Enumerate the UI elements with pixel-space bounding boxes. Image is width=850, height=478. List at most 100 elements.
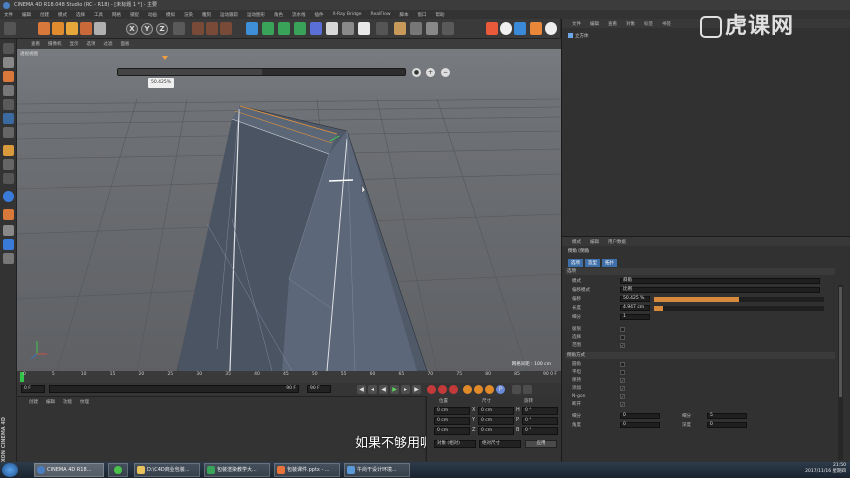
- deformer-icon[interactable]: [310, 22, 322, 35]
- rotate-tool-icon[interactable]: [66, 22, 78, 35]
- goto-start-icon[interactable]: ◀: [357, 385, 366, 394]
- plugin-s-icon[interactable]: [530, 22, 542, 35]
- menu-item[interactable]: 模式: [58, 12, 67, 18]
- keyframe-selection-icon[interactable]: [449, 385, 458, 394]
- coordinate-system-icon[interactable]: [173, 22, 185, 35]
- length-slider[interactable]: [654, 306, 824, 311]
- scene-render[interactable]: [17, 49, 561, 371]
- spline-pen-icon[interactable]: [262, 22, 274, 35]
- start-frame-field[interactable]: 0 F: [21, 385, 45, 393]
- menu-item[interactable]: 流水线: [292, 12, 306, 18]
- mode-dropdown[interactable]: 斜角: [620, 278, 820, 284]
- menu-item[interactable]: 帮助: [436, 12, 445, 18]
- slider-plus-icon[interactable]: +: [426, 68, 435, 77]
- viewport-solo-icon[interactable]: [3, 191, 14, 202]
- tool-extra-icon[interactable]: [442, 22, 454, 35]
- break-checkbox[interactable]: ✓: [620, 402, 625, 407]
- recent-tool-icon[interactable]: [94, 22, 106, 35]
- offset-mode-dropdown[interactable]: 比例: [620, 287, 820, 293]
- slider-handle[interactable]: [162, 56, 168, 60]
- cube-primitive-icon[interactable]: [246, 22, 258, 35]
- scale-tool-icon[interactable]: [52, 22, 64, 35]
- tab-options[interactable]: 选项: [568, 259, 583, 267]
- script-icon[interactable]: [426, 22, 438, 35]
- viewport-menu-item[interactable]: 显示: [70, 41, 79, 47]
- edges-mode-icon[interactable]: [3, 113, 14, 124]
- apply-button[interactable]: 应用: [525, 440, 557, 448]
- menu-item[interactable]: 脚本: [400, 12, 409, 18]
- motion-clip-icon[interactable]: [523, 385, 532, 394]
- keep-checkbox[interactable]: ✓: [620, 378, 625, 383]
- size-mode-dropdown[interactable]: 绝对尺寸: [479, 440, 521, 448]
- section-tool-options[interactable]: 选项: [565, 268, 835, 275]
- plugin-circle-icon[interactable]: [545, 22, 557, 35]
- object-menu-item[interactable]: 查看: [608, 21, 617, 27]
- snap-icon[interactable]: [3, 173, 14, 184]
- preview-range-bar[interactable]: 90 F: [49, 385, 299, 393]
- rotation-p-field[interactable]: 0 °: [522, 417, 558, 425]
- x-axis-lock-icon[interactable]: X: [126, 23, 138, 35]
- tab-topology[interactable]: 拓扑: [602, 259, 617, 267]
- size-y-field[interactable]: 0 cm: [478, 417, 514, 425]
- menu-item[interactable]: 网格: [112, 12, 121, 18]
- material-menu-item[interactable]: 编辑: [46, 399, 55, 405]
- subdivision-surface-icon[interactable]: [278, 22, 290, 35]
- viewport-menu-item[interactable]: 面板: [121, 41, 130, 47]
- viewport-menu-item[interactable]: 选项: [87, 41, 96, 47]
- length-field[interactable]: 4.947 cm: [620, 305, 650, 311]
- object-menu-item[interactable]: 对象: [626, 21, 635, 27]
- object-menu-item[interactable]: 文件: [572, 21, 581, 27]
- viewport-menu-item[interactable]: 摄像机: [48, 41, 62, 47]
- size-x-field[interactable]: 0 cm: [478, 407, 514, 415]
- menu-item[interactable]: 选择: [76, 12, 85, 18]
- menu-item[interactable]: 角色: [274, 12, 283, 18]
- menu-item[interactable]: 编辑: [22, 12, 31, 18]
- menu-item[interactable]: 雕刻: [202, 12, 211, 18]
- render-view-icon[interactable]: [192, 22, 204, 35]
- scene-icon[interactable]: [326, 22, 338, 35]
- coord-mode-dropdown[interactable]: 对象 (相对): [434, 440, 476, 448]
- planar-workplane-icon[interactable]: [3, 225, 14, 236]
- interactive-slider[interactable]: [117, 68, 406, 76]
- rotation-b-field[interactable]: 0 °: [522, 427, 558, 435]
- position-z-field[interactable]: 0 cm: [434, 427, 470, 435]
- material-menu-item[interactable]: 纹理: [80, 399, 89, 405]
- taskbar-item-folder[interactable]: D:\C4D商业包装...: [134, 463, 200, 477]
- menu-item[interactable]: RealFlow: [371, 12, 391, 17]
- taskbar-item-image[interactable]: 午尚干设计环境...: [344, 463, 410, 477]
- enable-axis-icon[interactable]: [3, 145, 14, 156]
- param-field[interactable]: 5: [707, 413, 747, 419]
- z-axis-lock-icon[interactable]: Z: [156, 23, 168, 35]
- prev-key-icon[interactable]: ◂: [368, 385, 377, 394]
- add-checkbox[interactable]: ✓: [620, 386, 625, 391]
- next-key-icon[interactable]: ▸: [401, 385, 410, 394]
- undo-icon[interactable]: [4, 22, 16, 35]
- render-picture-viewer-icon[interactable]: [206, 22, 218, 35]
- object-menu-item[interactable]: 标签: [644, 21, 653, 27]
- record-icon[interactable]: [427, 385, 436, 394]
- key-param-icon[interactable]: P: [496, 385, 505, 394]
- ngon-checkbox[interactable]: ✓: [620, 394, 625, 399]
- size-z-field[interactable]: 0 cm: [478, 427, 514, 435]
- render-settings-icon[interactable]: [220, 22, 232, 35]
- goto-end-icon[interactable]: ▶: [412, 385, 421, 394]
- menu-item[interactable]: 文件: [4, 12, 13, 18]
- play-forward-icon[interactable]: ▶: [390, 385, 399, 394]
- taskbar-item-c4d[interactable]: CINEMA 4D R18...: [34, 463, 104, 477]
- menu-item[interactable]: 动画: [148, 12, 157, 18]
- material-menu-item[interactable]: 功能: [63, 399, 72, 405]
- param-field[interactable]: 0: [620, 413, 660, 419]
- selection-checkbox[interactable]: [620, 335, 625, 340]
- slider-reset-icon[interactable]: ●: [412, 68, 421, 77]
- plugin-red-icon[interactable]: [486, 22, 498, 35]
- object-menu-item[interactable]: 编辑: [590, 21, 599, 27]
- menu-item[interactable]: 创建: [40, 12, 49, 18]
- scrollbar-thumb[interactable]: [839, 287, 842, 397]
- layers-icon[interactable]: [3, 253, 14, 264]
- taskbar-item-wps-sheet[interactable]: 包装渲染教学大...: [204, 463, 270, 477]
- slider-minus-icon[interactable]: −: [441, 68, 450, 77]
- y-axis-lock-icon[interactable]: Y: [141, 23, 153, 35]
- viewport-menu-item[interactable]: 查看: [31, 41, 40, 47]
- taskbar-item-pptx[interactable]: 包装课件.pptx - ...: [274, 463, 340, 477]
- make-editable-icon[interactable]: [3, 43, 14, 54]
